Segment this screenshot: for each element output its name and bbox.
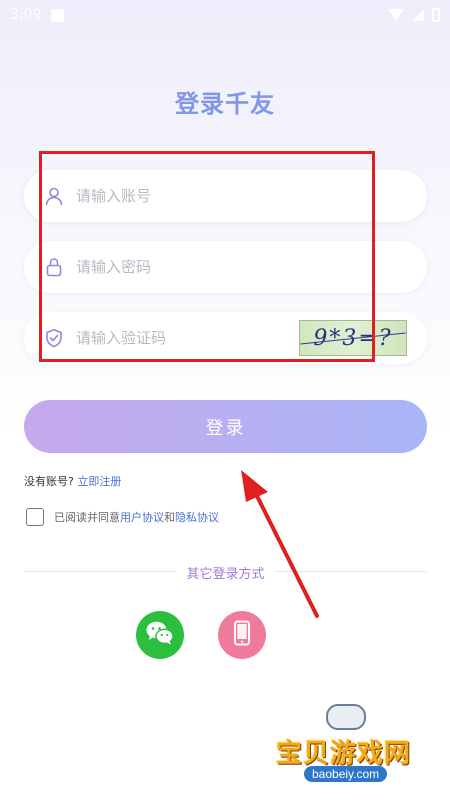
watermark-name: 宝贝游戏网 — [276, 739, 412, 769]
gamepad-icon — [326, 704, 366, 730]
site-watermark-logo: 宝贝游戏网 baobeiy.com — [268, 704, 438, 794]
watermark-url: baobeiy.com — [304, 766, 388, 782]
annotation-arrow — [241, 470, 319, 618]
